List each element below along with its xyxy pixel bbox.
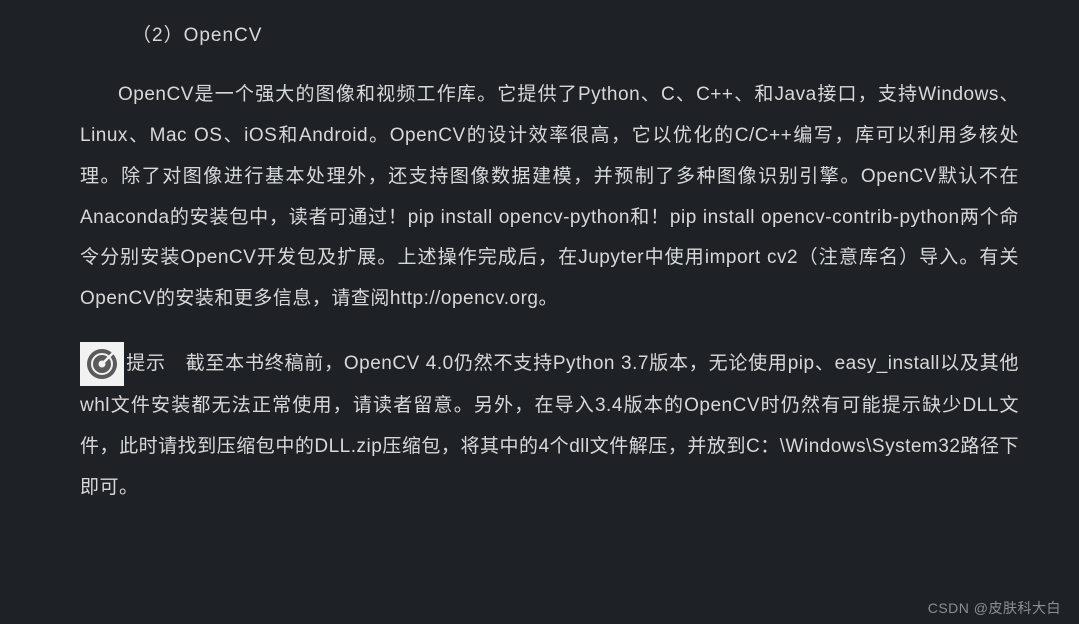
paragraph-opencv-intro: OpenCV是一个强大的图像和视频工作库。它提供了Python、C、C++、和J… bbox=[80, 75, 1019, 320]
section-heading: （2）OpenCV bbox=[80, 20, 1019, 47]
watermark: CSDN @皮肤科大白 bbox=[928, 598, 1061, 618]
target-icon bbox=[80, 342, 124, 386]
tip-body: 截至本书终稿前，OpenCV 4.0仍然不支持Python 3.7版本，无论使用… bbox=[80, 353, 1019, 498]
tip-paragraph: 提示 截至本书终稿前，OpenCV 4.0仍然不支持Python 3.7版本，无… bbox=[80, 342, 1019, 509]
tip-label: 提示 bbox=[126, 353, 166, 374]
